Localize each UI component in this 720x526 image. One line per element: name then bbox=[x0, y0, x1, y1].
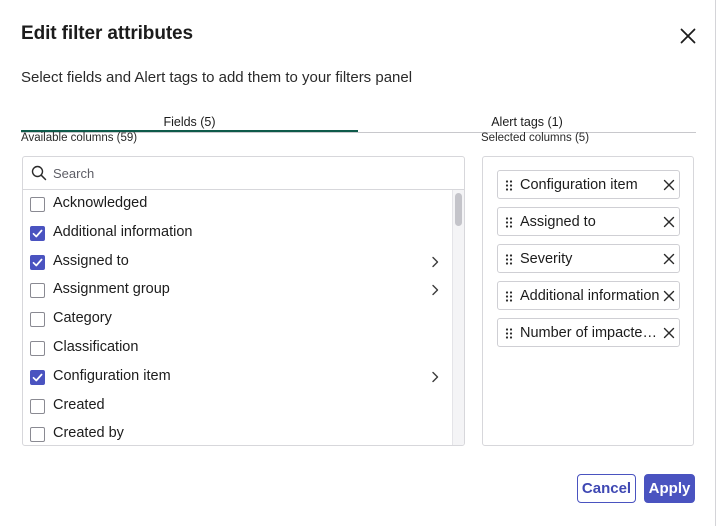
drag-handle-icon[interactable] bbox=[505, 328, 513, 339]
checkbox[interactable] bbox=[30, 312, 45, 328]
chevron-right-icon[interactable] bbox=[428, 255, 442, 269]
selected-column-chip[interactable]: Assigned to bbox=[497, 207, 680, 236]
checkbox[interactable] bbox=[30, 398, 45, 414]
available-columns-panel: Acknowledged Additional information Assign… bbox=[22, 156, 465, 446]
checkbox-checked[interactable] bbox=[30, 225, 45, 241]
selected-column-label: Number of impacted services bbox=[520, 325, 660, 341]
remove-icon[interactable] bbox=[662, 178, 676, 192]
list-item-label: Created by bbox=[53, 425, 124, 442]
available-columns-list: Acknowledged Additional information Assign… bbox=[23, 190, 452, 445]
tab-fields[interactable]: Fields (5) bbox=[21, 113, 358, 132]
dialog-title: Edit filter attributes bbox=[21, 23, 193, 44]
checkmark-icon bbox=[32, 373, 43, 382]
list-item-label: Additional information bbox=[53, 223, 193, 240]
list-item[interactable]: Classification bbox=[23, 334, 452, 363]
drag-handle-icon[interactable] bbox=[505, 291, 513, 302]
checkbox[interactable] bbox=[30, 427, 45, 443]
list-item-label: Category bbox=[53, 310, 112, 327]
search-input[interactable] bbox=[53, 161, 453, 186]
selected-column-chip[interactable]: Number of impacted services bbox=[497, 318, 680, 347]
checkmark-icon bbox=[32, 229, 43, 238]
drag-handle-icon[interactable] bbox=[505, 254, 513, 265]
list-item-label: Acknowledged bbox=[53, 195, 148, 211]
available-columns-label: Available columns (59) bbox=[21, 132, 138, 144]
checkbox[interactable] bbox=[30, 197, 45, 212]
list-item-label: Assignment group bbox=[53, 281, 170, 298]
selected-column-chip[interactable]: Severity bbox=[497, 244, 680, 273]
selected-column-chip[interactable]: Additional information bbox=[497, 281, 680, 310]
selected-columns-panel: Configuration item Assigned to Severity Add… bbox=[482, 156, 694, 446]
apply-button[interactable]: Apply bbox=[644, 474, 695, 503]
list-item[interactable]: Configuration item bbox=[23, 363, 452, 392]
list-item[interactable]: Assigned to bbox=[23, 248, 452, 277]
search-row bbox=[23, 157, 464, 190]
scrollbar-thumb[interactable] bbox=[455, 193, 462, 226]
list-item[interactable]: Assignment group bbox=[23, 276, 452, 305]
list-item[interactable]: Additional information bbox=[23, 219, 452, 248]
chevron-right-icon[interactable] bbox=[428, 370, 442, 384]
remove-icon[interactable] bbox=[662, 289, 676, 303]
selected-columns-label: Selected columns (5) bbox=[481, 132, 590, 144]
checkbox-checked[interactable] bbox=[30, 369, 45, 385]
close-icon bbox=[680, 28, 696, 44]
checkbox[interactable] bbox=[30, 283, 45, 299]
scrollbar[interactable] bbox=[452, 190, 464, 445]
cancel-button[interactable]: Cancel bbox=[577, 474, 636, 503]
chevron-right-icon[interactable] bbox=[428, 283, 442, 297]
selected-column-label: Additional information bbox=[520, 288, 660, 304]
selected-column-chip[interactable]: Configuration item bbox=[497, 170, 680, 199]
list-item[interactable]: Created bbox=[23, 392, 452, 421]
selected-column-label: Assigned to bbox=[520, 214, 596, 230]
tab-alert-tags[interactable]: Alert tags (1) bbox=[358, 113, 696, 133]
list-item-label: Assigned to bbox=[53, 252, 129, 269]
selected-column-label: Severity bbox=[520, 251, 573, 267]
list-item[interactable]: Category bbox=[23, 305, 452, 334]
tab-bar: Fields (5) Alert tags (1) bbox=[21, 113, 696, 133]
dialog-subtitle: Select fields and Alert tags to add them… bbox=[21, 69, 413, 86]
remove-icon[interactable] bbox=[662, 252, 676, 266]
list-item[interactable]: Acknowledged bbox=[23, 190, 452, 219]
list-item-label: Created bbox=[53, 396, 105, 413]
checkbox[interactable] bbox=[30, 341, 45, 356]
remove-icon[interactable] bbox=[662, 215, 676, 229]
close-button[interactable] bbox=[674, 22, 702, 50]
drag-handle-icon[interactable] bbox=[505, 180, 513, 191]
list-item-label: Classification bbox=[53, 339, 139, 355]
search-icon bbox=[31, 165, 47, 181]
drag-handle-icon[interactable] bbox=[505, 217, 513, 228]
edit-filter-dialog: Edit filter attributes Select fields and… bbox=[0, 0, 716, 526]
list-item-label: Configuration item bbox=[53, 367, 171, 384]
checkmark-icon bbox=[32, 258, 43, 266]
checkbox-checked[interactable] bbox=[30, 254, 45, 270]
list-item[interactable]: Created by bbox=[23, 420, 452, 445]
selected-column-label: Configuration item bbox=[520, 177, 638, 193]
remove-icon[interactable] bbox=[662, 326, 676, 340]
